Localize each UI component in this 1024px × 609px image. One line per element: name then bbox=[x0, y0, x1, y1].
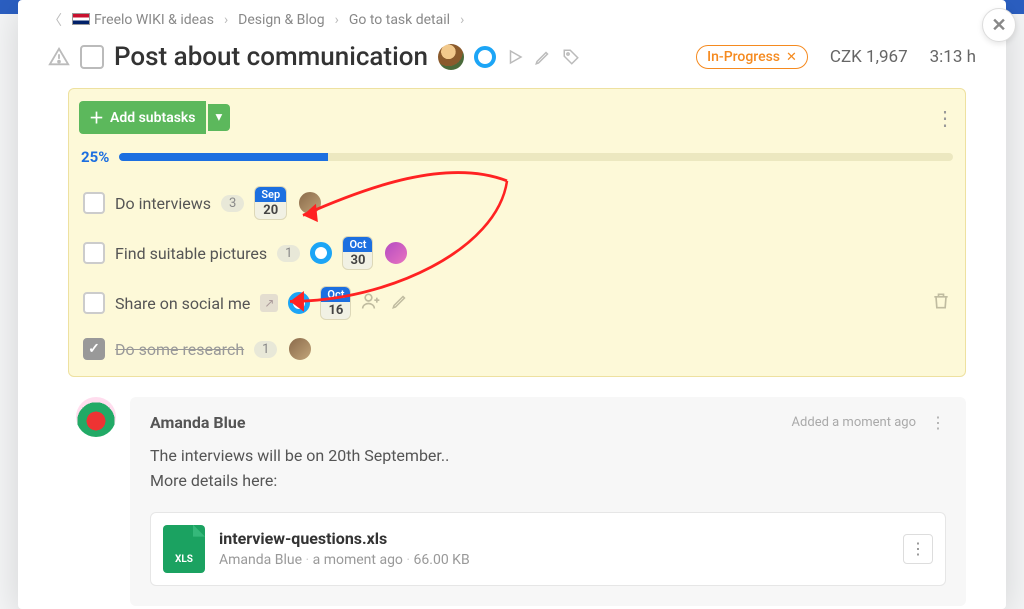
task-title: Post about communication bbox=[114, 42, 428, 72]
date-chip[interactable]: Sep 20 bbox=[254, 186, 287, 220]
subtask-avatar[interactable] bbox=[383, 240, 409, 266]
chevron-right-icon: › bbox=[335, 12, 339, 28]
progress-percent: 25% bbox=[81, 148, 109, 166]
bg-ghost-left bbox=[0, 0, 20, 609]
add-subtasks-label: Add subtasks bbox=[110, 110, 195, 126]
breadcrumb: 〈 Freelo WIKI & ideas › Design & Blog › … bbox=[18, 0, 1006, 36]
breadcrumb-detail-link[interactable]: Go to task detail bbox=[349, 12, 450, 28]
task-price: CZK 1,967 bbox=[830, 47, 908, 67]
subtask-count: 1 bbox=[254, 341, 277, 358]
subtask-avatar[interactable] bbox=[297, 190, 323, 216]
comment-avatar[interactable] bbox=[76, 397, 116, 437]
subtasks-panel: ＋ Add subtasks ▾ ⋮ 25% Do interviews 3 S… bbox=[68, 88, 966, 377]
add-subtasks-caret[interactable]: ▾ bbox=[208, 104, 231, 131]
breadcrumb-section[interactable]: Design & Blog bbox=[238, 12, 324, 28]
breadcrumb-back[interactable]: 〈 bbox=[48, 10, 62, 30]
subtask-title: Share on social me bbox=[115, 294, 250, 313]
close-button[interactable] bbox=[982, 8, 1016, 42]
subtask-checkbox[interactable] bbox=[83, 242, 105, 264]
pencil-icon[interactable] bbox=[391, 292, 409, 314]
tag-icon[interactable] bbox=[562, 48, 580, 66]
bg-ghost-right bbox=[1004, 0, 1024, 609]
subtask-row[interactable]: Share on social me Oct 16 bbox=[79, 278, 955, 328]
comment-timestamp: Added a moment ago bbox=[792, 415, 916, 430]
subtask-title: Do some research bbox=[115, 340, 244, 359]
open-link-icon[interactable] bbox=[260, 294, 278, 312]
task-time: 3:13 h bbox=[930, 47, 976, 67]
panel-kebab-icon[interactable]: ⋮ bbox=[935, 106, 955, 130]
progress-ring-icon[interactable] bbox=[474, 46, 496, 68]
subtask-row[interactable]: Find suitable pictures 1 Oct 30 bbox=[79, 228, 955, 278]
subtask-title: Do interviews bbox=[115, 194, 211, 213]
play-icon[interactable] bbox=[506, 48, 524, 66]
date-chip[interactable]: Oct 16 bbox=[320, 286, 351, 320]
subtask-row[interactable]: Do some research 1 bbox=[79, 328, 955, 370]
status-label: In-Progress bbox=[707, 49, 780, 65]
subtask-title: Find suitable pictures bbox=[115, 244, 267, 263]
task-complete-checkbox[interactable] bbox=[80, 45, 104, 69]
subtask-avatar[interactable] bbox=[287, 336, 313, 362]
date-chip[interactable]: Oct 30 bbox=[342, 236, 373, 270]
assignee-avatar[interactable] bbox=[438, 44, 464, 70]
comment-kebab-icon[interactable]: ⋮ bbox=[930, 413, 946, 432]
task-modal: 〈 Freelo WIKI & ideas › Design & Blog › … bbox=[18, 0, 1006, 609]
subtask-count: 1 bbox=[277, 245, 300, 262]
chevron-right-icon: › bbox=[460, 12, 464, 28]
comment: Amanda Blue Added a moment ago ⋮ The int… bbox=[76, 397, 966, 606]
subtask-checkbox[interactable] bbox=[83, 338, 105, 360]
attachment-name: interview-questions.xls bbox=[219, 529, 470, 548]
priority-icon[interactable] bbox=[48, 46, 70, 68]
subtask-checkbox[interactable] bbox=[83, 192, 105, 214]
chevron-right-icon: › bbox=[224, 12, 228, 28]
file-xls-icon: XLS bbox=[163, 525, 205, 573]
breadcrumb-project[interactable]: Freelo WIKI & ideas bbox=[72, 12, 214, 28]
subtask-row[interactable]: Do interviews 3 Sep 20 bbox=[79, 178, 955, 228]
task-header: Post about communication In-Progress ✕ C… bbox=[18, 36, 1006, 88]
status-pill[interactable]: In-Progress ✕ bbox=[696, 45, 808, 69]
attachment[interactable]: XLS interview-questions.xls Amanda Bluea… bbox=[150, 512, 946, 586]
pencil-icon[interactable] bbox=[534, 48, 552, 66]
attachment-meta: Amanda Bluea moment ago66.00 KB bbox=[219, 552, 470, 568]
subtask-count: 3 bbox=[221, 195, 244, 212]
comment-author: Amanda Blue bbox=[150, 413, 245, 432]
add-subtasks-button[interactable]: ＋ Add subtasks bbox=[79, 101, 206, 134]
comment-text: The interviews will be on 20th September… bbox=[150, 444, 946, 494]
add-person-icon[interactable] bbox=[361, 291, 381, 315]
flag-uk-icon bbox=[72, 13, 90, 25]
progress-ring-icon[interactable] bbox=[310, 242, 332, 264]
progress-ring-icon[interactable] bbox=[288, 292, 310, 314]
status-clear-icon[interactable]: ✕ bbox=[786, 50, 797, 65]
attachment-kebab-icon[interactable]: ⋮ bbox=[903, 534, 933, 564]
progress-bar bbox=[119, 153, 953, 161]
progress-fill bbox=[119, 153, 327, 161]
trash-icon[interactable] bbox=[931, 291, 951, 315]
subtask-checkbox[interactable] bbox=[83, 292, 105, 314]
plus-icon: ＋ bbox=[89, 107, 104, 128]
